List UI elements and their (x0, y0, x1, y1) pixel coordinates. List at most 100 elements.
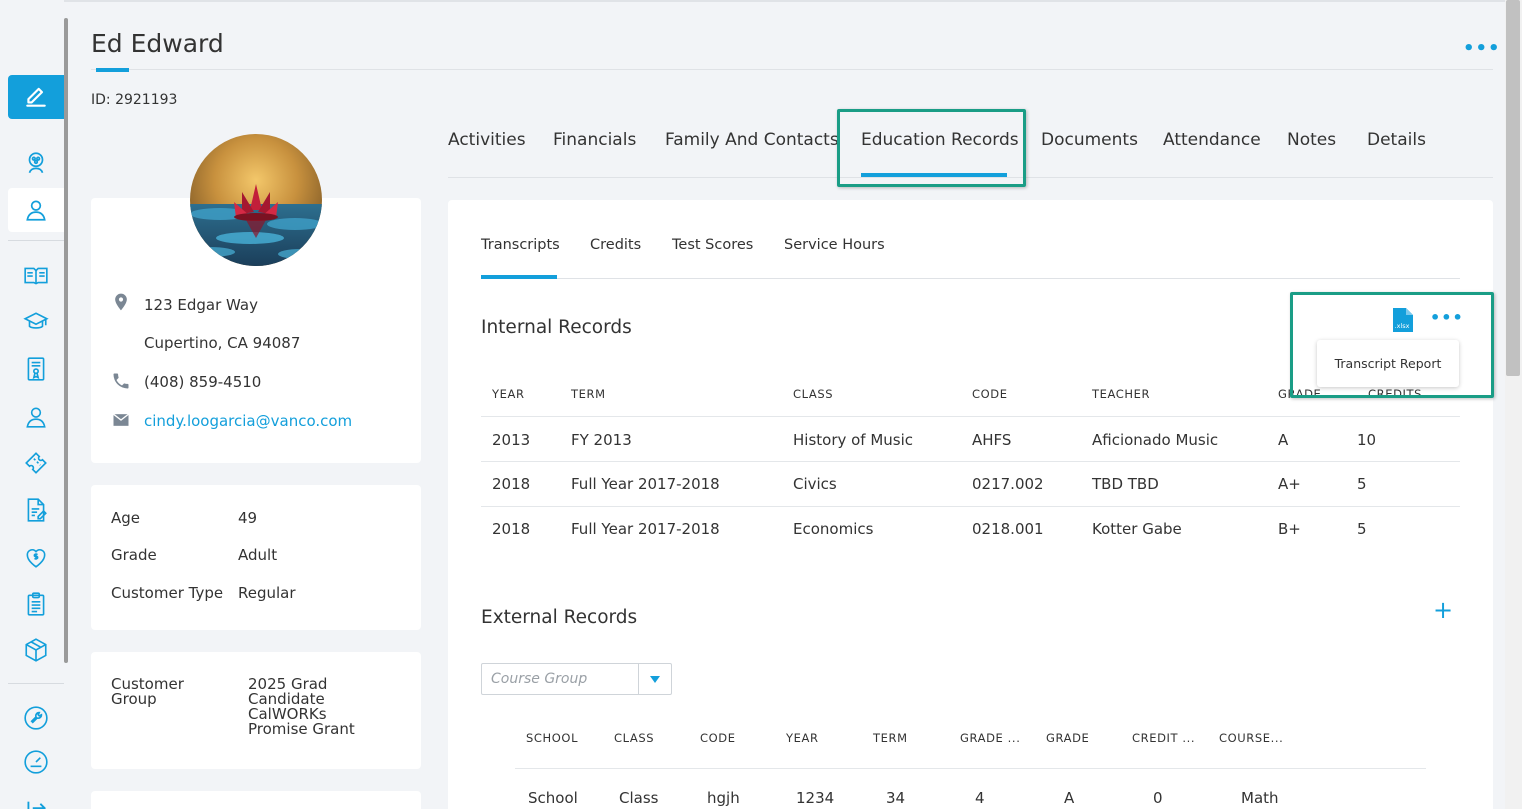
certificate-icon[interactable] (8, 347, 64, 391)
grade-label: Grade (111, 546, 157, 564)
row-divider (481, 506, 1460, 507)
col-code: CODE (972, 387, 1008, 401)
cell-year: 2013 (492, 431, 531, 449)
customer-group-values: 2025 Grad Candidate CalWORKs Promise Gra… (248, 677, 355, 737)
phone-row (111, 371, 144, 391)
tab-family-and-contacts[interactable]: Family And Contacts (665, 130, 839, 150)
tab-activities[interactable]: Activities (448, 130, 526, 150)
phone-icon (113, 373, 129, 389)
subtab-credits[interactable]: Credits (590, 237, 641, 253)
col-term: TERM (873, 731, 908, 745)
external-records-title: External Records (481, 607, 638, 628)
heart-dollar-icon[interactable] (8, 535, 64, 579)
cell-credits: 10 (1357, 431, 1377, 449)
col-school: SCHOOL (526, 731, 579, 745)
cell-school: School (528, 789, 578, 807)
cell-credits: 5 (1357, 520, 1367, 538)
email-link[interactable]: cindy.loogarcia@vanco.com (144, 412, 352, 430)
edit-icon[interactable] (8, 75, 64, 119)
phone-number: (408) 859-4510 (144, 373, 262, 391)
customer-group-card: Customer Group 2025 Grad Candidate CalWO… (91, 652, 421, 769)
rail-scroll-edge (64, 18, 68, 663)
cell-grade: B+ (1278, 520, 1301, 538)
col-class: CLASS (793, 387, 834, 401)
wrench-icon[interactable] (8, 696, 64, 740)
cell-term: 34 (886, 789, 906, 807)
cell-code: 0217.002 (972, 475, 1044, 493)
email-icon (113, 413, 129, 426)
location-pin-icon (115, 293, 127, 311)
rail-divider (8, 683, 64, 684)
address-line-2: Cupertino, CA 94087 (144, 334, 301, 352)
customer-group-label-line-2: Group (111, 690, 157, 708)
user-icon[interactable] (8, 395, 64, 439)
ticket-icon[interactable] (8, 441, 64, 485)
subtab-test-scores[interactable]: Test Scores (672, 237, 753, 253)
col-year: YEAR (492, 387, 525, 401)
cell-term: Full Year 2017-2018 (571, 520, 720, 538)
col-course: COURSE... (1219, 731, 1284, 745)
cell-grade: A (1064, 789, 1075, 807)
cell-teacher: TBD TBD (1092, 475, 1159, 493)
cell-year: 2018 (492, 520, 531, 538)
col-credit-type: CREDIT ... (1132, 731, 1196, 745)
cell-term: Full Year 2017-2018 (571, 475, 720, 493)
email-row (111, 410, 144, 430)
cell-year: 1234 (796, 789, 835, 807)
col-term: TERM (571, 387, 606, 401)
cell-teacher: Aficionado Music (1092, 431, 1219, 449)
course-group-placeholder: Course Group (491, 671, 588, 687)
speedometer-icon[interactable] (8, 740, 64, 784)
customer-type-value: Regular (238, 584, 296, 602)
cell-code: AHFS (972, 431, 1012, 449)
subtab-service-hours[interactable]: Service Hours (784, 237, 885, 253)
tab-attendance[interactable]: Attendance (1163, 130, 1261, 150)
cell-grade: A+ (1278, 475, 1301, 493)
header-divider (481, 416, 1460, 417)
graduation-cap-icon[interactable] (8, 300, 64, 344)
title-divider (91, 69, 1493, 70)
top-border (0, 0, 1505, 2)
col-teacher: TEACHER (1092, 387, 1151, 401)
page-scrollbar-thumb[interactable] (1506, 0, 1520, 376)
logout-icon[interactable] (8, 784, 64, 809)
cell-grade-type: 4 (975, 789, 985, 807)
tab-documents[interactable]: Documents (1041, 130, 1138, 150)
cell-class: Civics (793, 475, 837, 493)
customer-id: ID: 2921193 (91, 92, 178, 108)
cell-code: 0218.001 (972, 520, 1044, 538)
book-icon[interactable] (8, 254, 64, 298)
add-external-record-button[interactable]: + (1433, 596, 1453, 624)
tab-details[interactable]: Details (1367, 130, 1426, 150)
cell-class: Class (619, 789, 659, 807)
palette-icon[interactable] (8, 141, 64, 185)
page-title: Ed Edward (91, 29, 224, 58)
external-header-divider (515, 768, 1426, 769)
row-divider (481, 461, 1460, 462)
col-grade-type: GRADE ... (960, 731, 1021, 745)
col-code: CODE (700, 731, 736, 745)
course-group-dropdown-button[interactable] (638, 664, 671, 694)
left-rail (0, 0, 64, 809)
subtabs-divider (481, 278, 1460, 279)
person-icon[interactable] (8, 188, 64, 232)
age-label: Age (111, 509, 141, 527)
education-records-highlight (837, 109, 1026, 187)
col-year: YEAR (786, 731, 819, 745)
cell-teacher: Kotter Gabe (1092, 520, 1182, 538)
tab-financials[interactable]: Financials (553, 130, 636, 150)
cell-code: hgjh (707, 789, 740, 807)
clipboard-icon[interactable] (8, 582, 64, 626)
document-edit-icon[interactable] (8, 488, 64, 532)
tab-notes[interactable]: Notes (1287, 130, 1336, 150)
course-group-select[interactable]: Course Group (481, 663, 672, 695)
header-more-button[interactable]: ••• (1463, 38, 1501, 59)
cell-class: History of Music (793, 431, 914, 449)
col-grade: GRADE (1046, 731, 1090, 745)
location-row (111, 292, 144, 312)
address-line-1: 123 Edgar Way (144, 296, 258, 314)
subtab-transcripts[interactable]: Transcripts (481, 237, 560, 253)
cell-course: Math (1241, 789, 1279, 807)
package-icon[interactable] (8, 628, 64, 672)
avatar (190, 134, 322, 266)
